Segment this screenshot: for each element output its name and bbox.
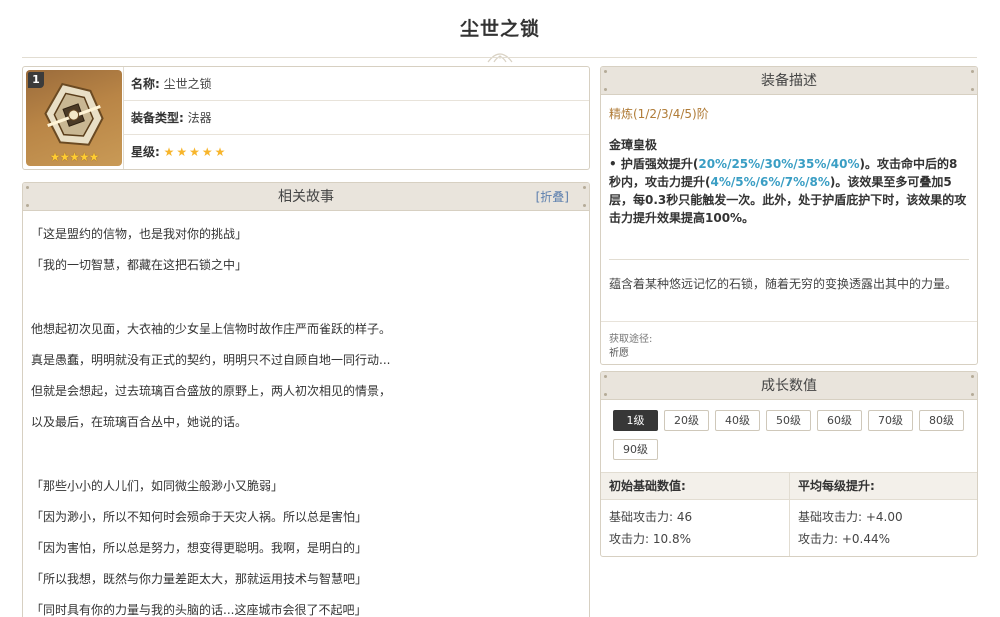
image-rarity-stars: ★★★★★ [49, 150, 100, 164]
level-button-60[interactable]: 60级 [817, 410, 862, 431]
title-divider [22, 57, 977, 58]
passive-name: 金璋皇极 [609, 138, 658, 152]
story-line: 「同时具有你的力量与我的头脑的话...这座城市会很了不起吧」 [31, 603, 367, 617]
lore-text: 蕴含着某种悠远记忆的石锁，随着无穷的变换透露出其中的力量。 [609, 277, 958, 291]
info-row-type: 装备类型: 法器 [124, 101, 589, 135]
growth-header-title: 成长数值 [761, 378, 817, 394]
passive-value-atk: 4%/5%/6%/7%/8% [710, 175, 830, 189]
story-line: 「因为害怕，所以总是努力，想变得更聪明。我啊，是明白的」 [31, 541, 368, 555]
level-button-50[interactable]: 50级 [766, 410, 811, 431]
per-level-stats-title: 平均每级提升: [798, 479, 875, 493]
page-title: 尘世之锁 [459, 18, 540, 40]
passive-text: • 护盾强效提升( [609, 157, 699, 171]
rarity-stars: ★★★★★ [163, 145, 228, 159]
refine-level-badge: 1 [28, 72, 44, 88]
story-line: 「那些小小的人儿们，如同微尘般渺小又脆弱」 [31, 479, 284, 493]
story-header-title: 相关故事 [278, 189, 334, 205]
story-body: 「这是盟约的信物，也是我对你的挑战」 「我的一切智慧，都藏在这把石锁之中」 他想… [23, 211, 589, 617]
fold-link[interactable]: [折叠] [536, 183, 569, 211]
story-line: 「因为渺小，所以不知何时会殒命于天灾人祸。所以总是害怕」 [31, 510, 368, 524]
story-line: 真是愚蠢，明明就没有正式的契约，明明只不过自顾自地一同行动... [31, 353, 391, 367]
story-line: 「这是盟约的信物，也是我对你的挑战」 [31, 227, 248, 241]
story-line-empty [31, 438, 581, 471]
refine-label: 精炼(1/2/3/4/5)阶 [609, 107, 709, 121]
description-header-title: 装备描述 [761, 73, 817, 89]
per-level-stats-column: 平均每级提升: 基础攻击力: +4.00 攻击力: +0.44% [789, 472, 977, 556]
weapon-image: 1 ★★★★★ [26, 70, 122, 166]
story-line-empty [31, 281, 581, 314]
level-button-40[interactable]: 40级 [715, 410, 760, 431]
info-rows: 名称: 尘世之锁 装备类型: 法器 星级: ★★★★★ [123, 67, 589, 169]
base-stat: 基础攻击力: 46 [609, 510, 693, 524]
story-line: 「所以我想，既然与你力量差距太大，那就运用技术与智慧吧」 [31, 572, 368, 586]
source-divider [601, 321, 977, 322]
name-value: 尘世之锁 [163, 77, 212, 91]
per-level-stat: 基础攻击力: +4.00 [798, 510, 903, 524]
rarity-label: 星级: [131, 145, 160, 159]
source-value: 祈愿 [609, 348, 629, 359]
story-line: 以及最后，在琉璃百合丛中，她说的话。 [31, 415, 248, 429]
weapon-info-panel: 1 ★★★★★ 名称: 尘世之锁 装备类型: 法器 星级: ★★★★★ [22, 66, 590, 170]
type-value: 法器 [187, 111, 212, 125]
type-label: 装备类型: [131, 111, 184, 125]
passive-value-shield: 20%/25%/30%/35%/40% [698, 157, 860, 171]
description-panel-header: 装备描述 [601, 67, 977, 95]
info-row-rarity: 星级: ★★★★★ [124, 135, 589, 169]
level-button-20[interactable]: 20级 [664, 410, 709, 431]
description-panel: 装备描述 精炼(1/2/3/4/5)阶 金璋皇极 • 护盾强效提升(20%/25… [600, 66, 978, 365]
description-divider [609, 259, 969, 260]
title-ornament-icon [487, 53, 513, 63]
story-line: 他想起初次见面，大衣袖的少女呈上信物时故作庄严而雀跃的样子。 [31, 322, 392, 336]
base-stats-column: 初始基础数值: 基础攻击力: 46 攻击力: 10.8% [601, 472, 789, 550]
growth-panel: 成长数值 1级 20级 40级 50级 60级 70级 80级 90级 初始基础… [600, 371, 978, 557]
story-panel-header: 相关故事 [折叠] [23, 183, 589, 211]
source-label: 获取途径: [609, 334, 653, 345]
level-button-1[interactable]: 1级 [613, 410, 658, 431]
level-button-80[interactable]: 80级 [919, 410, 964, 431]
level-button-70[interactable]: 70级 [868, 410, 913, 431]
story-panel: 相关故事 [折叠] 「这是盟约的信物，也是我对你的挑战」 「我的一切智慧，都藏在… [22, 182, 590, 617]
name-label: 名称: [131, 77, 160, 91]
story-line: 「我的一切智慧，都藏在这把石锁之中」 [31, 258, 248, 272]
story-line: 但就是会想起，过去琉璃百合盛放的原野上，两人初次相见的情景， [31, 384, 392, 398]
info-row-name: 名称: 尘世之锁 [124, 67, 589, 101]
level-button-90[interactable]: 90级 [613, 439, 658, 460]
per-level-stat: 攻击力: +0.44% [798, 532, 891, 546]
passive-description: • 护盾强效提升(20%/25%/30%/35%/40%)。攻击命中后的8秒内，… [601, 153, 977, 227]
growth-panel-header: 成长数值 [601, 372, 977, 400]
stats-table: 初始基础数值: 基础攻击力: 46 攻击力: 10.8% 平均每级提升: 基础攻… [601, 472, 977, 556]
base-stat: 攻击力: 10.8% [609, 532, 691, 546]
base-stats-title: 初始基础数值: [609, 479, 686, 493]
